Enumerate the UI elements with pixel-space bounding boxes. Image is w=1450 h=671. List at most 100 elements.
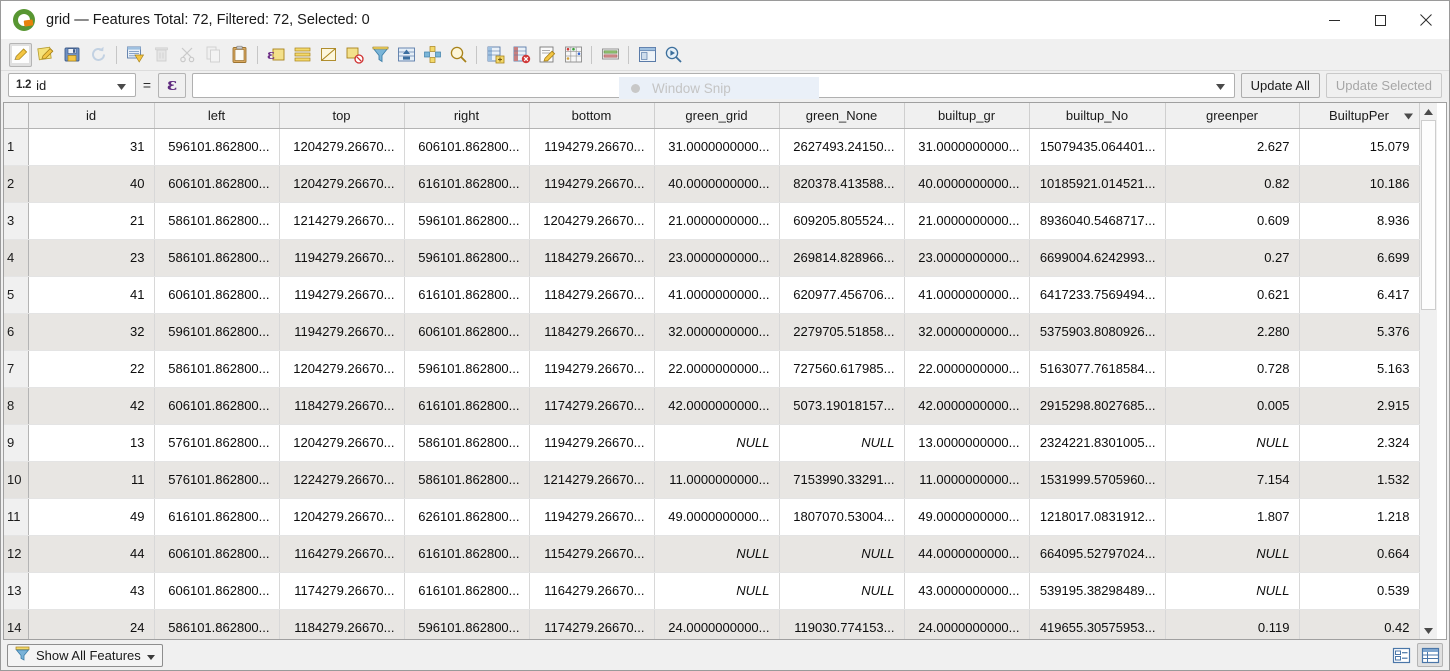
cell-builtup_gr[interactable]: 24.0000000000... <box>904 609 1030 639</box>
cell-builtup_No[interactable]: 2915298.8027685... <box>1029 387 1166 425</box>
table-row[interactable]: 8 42 606101.862800... 1184279.26670... 61610… <box>4 387 1420 425</box>
cell-left[interactable]: 606101.862800... <box>154 572 280 610</box>
column-header-green-none[interactable]: green_None <box>779 103 905 129</box>
cell-green_None[interactable]: 7153990.33291... <box>779 461 905 499</box>
cell-right[interactable]: 616101.862800... <box>404 535 530 573</box>
cell-id[interactable]: 49 <box>28 498 155 536</box>
cell-green_None[interactable]: 2279705.51858... <box>779 313 905 351</box>
save-edits-icon[interactable] <box>35 43 58 67</box>
table-row[interactable]: 10 11 576101.862800... 1224279.26670... 5861… <box>4 461 1420 499</box>
cell-builtup_gr[interactable]: 31.0000000000... <box>904 128 1030 166</box>
table-row[interactable]: 9 13 576101.862800... 1204279.26670... 58610… <box>4 424 1420 462</box>
column-header-builtupper[interactable]: BuiltupPer <box>1299 103 1420 129</box>
column-header-id[interactable]: id <box>28 103 155 129</box>
cell-right[interactable]: 606101.862800... <box>404 128 530 166</box>
open-field-calculator-icon[interactable] <box>536 43 559 67</box>
chevron-down-icon[interactable] <box>1215 78 1225 93</box>
pan-to-selected-icon[interactable] <box>421 43 444 67</box>
reload-table-icon[interactable] <box>87 43 110 67</box>
cell-right[interactable]: 606101.862800... <box>404 313 530 351</box>
column-header-builtup-gr[interactable]: builtup_gr <box>904 103 1030 129</box>
column-header-bottom[interactable]: bottom <box>529 103 655 129</box>
cell-left[interactable]: 616101.862800... <box>154 498 280 536</box>
column-header-greenper[interactable]: greenper <box>1165 103 1300 129</box>
cell-left[interactable]: 606101.862800... <box>154 276 280 314</box>
cell-builtup_No[interactable]: 539195.38298489... <box>1029 572 1166 610</box>
select-all-icon[interactable]: ε <box>265 43 288 67</box>
cell-builtup_gr[interactable]: 43.0000000000... <box>904 572 1030 610</box>
cell-BuiltupPer[interactable]: 2.324 <box>1299 424 1420 462</box>
zoom-to-selected-icon[interactable] <box>447 43 470 67</box>
cell-left[interactable]: 586101.862800... <box>154 239 280 277</box>
actions-icon[interactable] <box>662 43 685 67</box>
cell-green_grid[interactable]: NULL <box>654 535 780 573</box>
cell-top[interactable]: 1224279.26670... <box>279 461 405 499</box>
row-number[interactable]: 4 <box>4 239 29 277</box>
cell-green_None[interactable]: 119030.774153... <box>779 609 905 639</box>
column-header-green-grid[interactable]: green_grid <box>654 103 780 129</box>
cell-BuiltupPer[interactable]: 0.42 <box>1299 609 1420 639</box>
cell-bottom[interactable]: 1174279.26670... <box>529 387 655 425</box>
filter-select-icon[interactable] <box>369 43 392 67</box>
paste-features-icon[interactable] <box>228 43 251 67</box>
row-number[interactable]: 10 <box>4 461 29 499</box>
cell-green_None[interactable]: 5073.19018157... <box>779 387 905 425</box>
cell-right[interactable]: 596101.862800... <box>404 202 530 240</box>
table-row[interactable]: 14 24 586101.862800... 1184279.26670... 5961… <box>4 609 1420 639</box>
cell-top[interactable]: 1194279.26670... <box>279 276 405 314</box>
copy-features-icon[interactable] <box>202 43 225 67</box>
cell-top[interactable]: 1164279.26670... <box>279 535 405 573</box>
cell-top[interactable]: 1204279.26670... <box>279 350 405 388</box>
row-number[interactable]: 3 <box>4 202 29 240</box>
cell-green_None[interactable]: NULL <box>779 424 905 462</box>
cell-greenper[interactable]: NULL <box>1165 572 1300 610</box>
cell-builtup_No[interactable]: 664095.52797024... <box>1029 535 1166 573</box>
cell-id[interactable]: 40 <box>28 165 155 203</box>
column-header-left[interactable]: left <box>154 103 280 129</box>
cell-builtup_gr[interactable]: 22.0000000000... <box>904 350 1030 388</box>
table-row[interactable]: 1 31 596101.862800... 1204279.26670... 60610… <box>4 128 1420 166</box>
cell-right[interactable]: 616101.862800... <box>404 165 530 203</box>
cell-right[interactable]: 616101.862800... <box>404 572 530 610</box>
select-by-expression-icon[interactable] <box>124 43 147 67</box>
cell-bottom[interactable]: 1184279.26670... <box>529 239 655 277</box>
minimize-button[interactable] <box>1311 1 1357 39</box>
scrollbar-track[interactable] <box>1420 120 1437 622</box>
cell-BuiltupPer[interactable]: 5.163 <box>1299 350 1420 388</box>
table-view-button[interactable] <box>1417 643 1443 667</box>
cell-green_grid[interactable]: 31.0000000000... <box>654 128 780 166</box>
cell-left[interactable]: 606101.862800... <box>154 535 280 573</box>
cell-bottom[interactable]: 1204279.26670... <box>529 202 655 240</box>
cut-features-icon[interactable] <box>176 43 199 67</box>
cell-id[interactable]: 11 <box>28 461 155 499</box>
cell-green_None[interactable]: 609205.805524... <box>779 202 905 240</box>
select-all-corner[interactable] <box>4 103 29 129</box>
cell-BuiltupPer[interactable]: 1.532 <box>1299 461 1420 499</box>
cell-left[interactable]: 586101.862800... <box>154 609 280 639</box>
cell-id[interactable]: 21 <box>28 202 155 240</box>
cell-top[interactable]: 1214279.26670... <box>279 202 405 240</box>
cell-green_grid[interactable]: 32.0000000000... <box>654 313 780 351</box>
cell-left[interactable]: 606101.862800... <box>154 165 280 203</box>
cell-builtup_gr[interactable]: 21.0000000000... <box>904 202 1030 240</box>
cell-bottom[interactable]: 1164279.26670... <box>529 572 655 610</box>
cell-bottom[interactable]: 1184279.26670... <box>529 313 655 351</box>
cell-green_None[interactable]: NULL <box>779 572 905 610</box>
cell-BuiltupPer[interactable]: 0.664 <box>1299 535 1420 573</box>
cell-greenper[interactable]: 7.154 <box>1165 461 1300 499</box>
cell-BuiltupPer[interactable]: 5.376 <box>1299 313 1420 351</box>
cell-greenper[interactable]: NULL <box>1165 535 1300 573</box>
cell-left[interactable]: 596101.862800... <box>154 128 280 166</box>
new-field-icon[interactable] <box>484 43 507 67</box>
cell-right[interactable]: 596101.862800... <box>404 239 530 277</box>
cell-builtup_No[interactable]: 6417233.7569494... <box>1029 276 1166 314</box>
cell-green_None[interactable]: 820378.413588... <box>779 165 905 203</box>
cell-greenper[interactable]: 0.609 <box>1165 202 1300 240</box>
table-row[interactable]: 11 49 616101.862800... 1204279.26670... 6261… <box>4 498 1420 536</box>
table-row[interactable]: 5 41 606101.862800... 1194279.26670... 61610… <box>4 276 1420 314</box>
cell-top[interactable]: 1204279.26670... <box>279 424 405 462</box>
organize-columns-icon[interactable] <box>599 43 622 67</box>
conditional-formatting-icon[interactable] <box>562 43 585 67</box>
cell-greenper[interactable]: 0.005 <box>1165 387 1300 425</box>
move-selection-to-top-icon[interactable] <box>395 43 418 67</box>
